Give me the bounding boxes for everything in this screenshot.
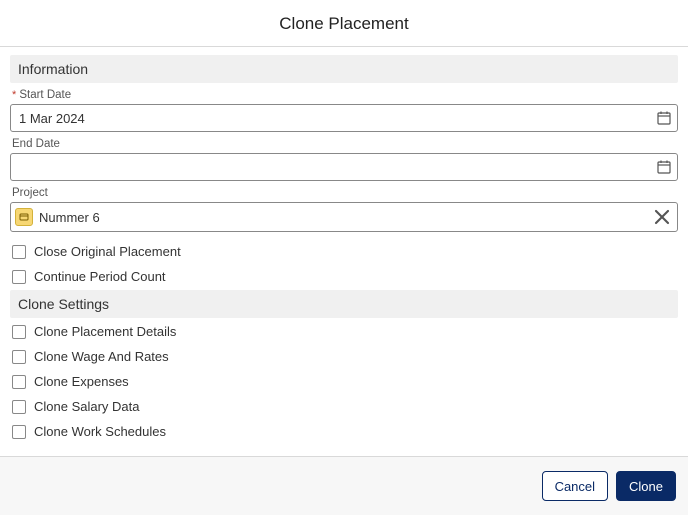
end-date-input[interactable]	[10, 153, 678, 181]
checkbox[interactable]	[12, 325, 26, 339]
project-value: Nummer 6	[39, 210, 100, 225]
checkbox[interactable]	[12, 350, 26, 364]
calendar-icon[interactable]	[656, 159, 672, 175]
checkbox-row-clone-expenses[interactable]: Clone Expenses	[10, 370, 678, 393]
checkbox-row-close-original[interactable]: Close Original Placement	[10, 240, 678, 263]
checkbox-label: Continue Period Count	[34, 269, 166, 284]
checkbox-row-continue-period[interactable]: Continue Period Count	[10, 265, 678, 288]
checkbox[interactable]	[12, 375, 26, 389]
checkbox-row-clone-salary[interactable]: Clone Salary Data	[10, 395, 678, 418]
start-date-label: Start Date	[12, 89, 678, 101]
project-input[interactable]: Nummer 6	[10, 202, 678, 232]
checkbox[interactable]	[12, 245, 26, 259]
checkbox-label: Clone Salary Data	[34, 399, 140, 414]
start-date-field	[10, 104, 678, 132]
clone-placement-dialog: Clone Placement Information Start Date E…	[0, 0, 688, 515]
clear-icon[interactable]	[653, 208, 671, 226]
checkbox-row-clone-details[interactable]: Clone Placement Details	[10, 320, 678, 343]
checkbox-row-clone-wage[interactable]: Clone Wage And Rates	[10, 345, 678, 368]
checkbox-label: Clone Placement Details	[34, 324, 176, 339]
checkbox[interactable]	[12, 270, 26, 284]
section-header-clone-settings: Clone Settings	[10, 290, 678, 318]
dialog-body: Information Start Date End Date	[0, 47, 688, 456]
clone-button[interactable]: Clone	[616, 471, 676, 501]
project-label: Project	[12, 187, 678, 199]
start-date-input[interactable]	[10, 104, 678, 132]
project-icon	[15, 208, 33, 226]
section-header-information: Information	[10, 55, 678, 83]
checkbox-label: Clone Work Schedules	[34, 424, 166, 439]
checkbox-label: Close Original Placement	[34, 244, 181, 259]
checkbox-row-clone-schedules[interactable]: Clone Work Schedules	[10, 420, 678, 443]
checkbox-label: Clone Wage And Rates	[34, 349, 169, 364]
end-date-field	[10, 153, 678, 181]
dialog-footer: Cancel Clone	[0, 456, 688, 515]
checkbox[interactable]	[12, 400, 26, 414]
calendar-icon[interactable]	[656, 110, 672, 126]
dialog-title: Clone Placement	[0, 0, 688, 46]
checkbox-label: Clone Expenses	[34, 374, 129, 389]
end-date-label: End Date	[12, 138, 678, 150]
cancel-button[interactable]: Cancel	[542, 471, 608, 501]
checkbox[interactable]	[12, 425, 26, 439]
